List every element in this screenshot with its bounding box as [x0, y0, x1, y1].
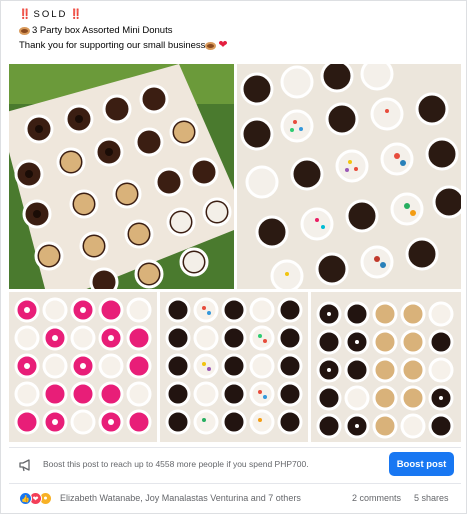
donut-icon — [205, 42, 217, 50]
photo-1-image — [9, 64, 234, 289]
boost-post-button[interactable]: Boost post — [389, 452, 454, 476]
sold-marks-left: ‼️ — [19, 9, 31, 20]
megaphone-icon — [19, 459, 30, 472]
photo-5-image — [311, 292, 461, 442]
sold-line: ‼️ SOLD ‼️ — [19, 7, 459, 23]
photo-gallery — [9, 64, 461, 442]
heart-icon: ❤ — [218, 39, 228, 51]
donut-icon — [19, 26, 30, 35]
caption-line-3-text: Thank you for supporting our small busin… — [19, 40, 206, 51]
photo-3-image — [9, 292, 157, 442]
comments-count[interactable]: 2 comments — [352, 493, 401, 503]
sold-word: SOLD — [33, 9, 68, 20]
caption-line-2: 3 Party box Assorted Mini Donuts — [19, 23, 459, 39]
photo-4-mixed-donuts[interactable] — [160, 292, 308, 442]
photo-3-pink-donuts[interactable] — [9, 292, 157, 442]
boost-row: Boost this post to reach up to 4558 more… — [9, 447, 461, 481]
caption-line-2-text: 3 Party box Assorted Mini Donuts — [32, 24, 173, 36]
caption-line-3: Thank you for supporting our small busin… — [19, 38, 459, 54]
like-icon: 👍 — [19, 492, 32, 505]
post-caption: ‼️ SOLD ‼️ 3 Party box Assorted Mini Don… — [19, 7, 459, 54]
photo-2-sprinkle-candy-donuts[interactable] — [237, 64, 461, 289]
reaction-icons[interactable]: 👍 ❤ ● — [19, 492, 55, 505]
photo-5-cookies-cream-donuts[interactable] — [311, 292, 461, 442]
post-card: ‼️ SOLD ‼️ 3 Party box Assorted Mini Don… — [0, 0, 467, 514]
boost-text: Boost this post to reach up to 4558 more… — [43, 459, 309, 469]
photo-4-image — [160, 292, 308, 442]
sold-marks-right: ‼️ — [70, 9, 82, 20]
shares-count[interactable]: 5 shares — [414, 493, 449, 503]
reactors-text[interactable]: Elizabeth Watanabe, Joy Manalastas Ventu… — [60, 493, 301, 503]
photo-2-image — [237, 64, 461, 289]
engagement-bar: 👍 ❤ ● Elizabeth Watanabe, Joy Manalastas… — [9, 483, 461, 511]
photo-1-almond-choco-donuts[interactable] — [9, 64, 234, 289]
